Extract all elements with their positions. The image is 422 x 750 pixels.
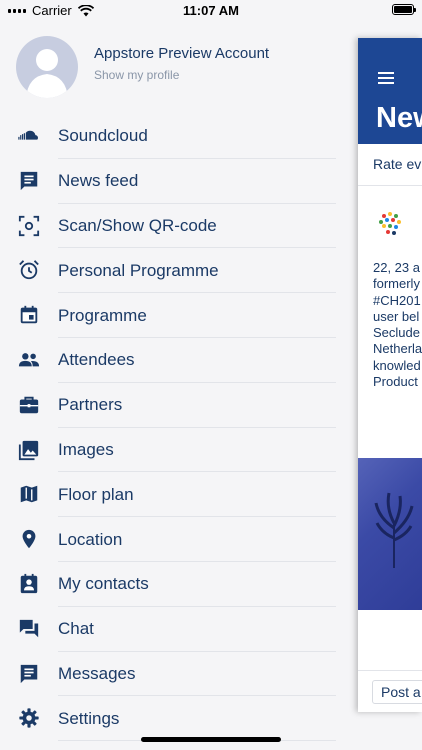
clock: 11:07 AM [183,3,239,18]
menu-label-settings: Settings [58,708,120,728]
post-image [358,458,422,610]
menu-item-soundcloud[interactable]: Soundcloud [0,114,336,159]
menu-label-soundcloud: Soundcloud [58,126,148,146]
drawer-menu: Soundcloud News feed Scan/Show QR-code P… [0,114,336,741]
menu-item-messages[interactable]: Messages [0,652,336,697]
chat-icon [19,619,39,638]
menu-label-news-feed: News feed [58,171,139,191]
menu-item-news-feed[interactable]: News feed [0,159,336,204]
menu-item-floor-plan[interactable]: Floor plan [0,472,336,517]
gear-icon [19,708,39,728]
status-bar: Carrier 11:07 AM [0,0,422,22]
menu-label-images: Images [58,439,114,459]
menu-item-programme[interactable]: Programme [0,293,336,338]
images-icon [18,440,39,460]
menu-item-chat[interactable]: Chat [0,607,336,652]
soundcloud-icon [18,130,38,140]
menu-label-floor-plan: Floor plan [58,484,134,504]
menu-item-settings[interactable]: Settings [0,696,336,741]
contacts-icon [20,573,38,594]
news-feed-screen[interactable]: New Rate ev 22, 23 a formerly #CH201 use… [358,38,422,712]
navigation-drawer: Appstore Preview Account Show my profile… [0,22,336,750]
alarm-clock-icon [19,260,39,280]
menu-label-attendees: Attendees [58,350,135,370]
avatar[interactable] [16,36,78,98]
menu-item-location[interactable]: Location [0,517,336,562]
menu-label-partners: Partners [58,395,123,415]
menu-item-partners[interactable]: Partners [0,383,336,428]
menu-item-my-contacts[interactable]: My contacts [0,562,336,607]
menu-label-location: Location [58,529,123,549]
event-logo-icon [379,212,401,235]
menu-item-qr-code[interactable]: Scan/Show QR-code [0,204,336,249]
rate-event-label: Rate ev [373,156,422,172]
home-indicator[interactable] [141,737,281,742]
qr-scan-icon [18,215,40,236]
post-text: 22, 23 a formerly #CH201 user bel Seclud… [373,260,422,390]
menu-label-programme: Programme [58,305,147,325]
menu-item-images[interactable]: Images [0,428,336,473]
menu-label-personal-programme: Personal Programme [58,260,219,280]
post-button[interactable]: Post a [372,680,422,704]
menu-label-messages: Messages [58,663,136,683]
news-feed-icon [20,171,38,190]
menu-item-attendees[interactable]: Attendees [0,338,336,383]
calendar-icon [20,306,38,324]
menu-label-qr-code: Scan/Show QR-code [58,215,217,235]
people-icon [18,353,40,367]
battery-icon [392,4,416,15]
menu-label-my-contacts: My contacts [58,574,149,594]
messages-icon [20,664,38,683]
briefcase-icon [19,396,39,414]
show-profile-link[interactable]: Show my profile [94,68,179,82]
hamburger-menu-icon[interactable] [378,72,394,84]
profile-header[interactable]: Appstore Preview Account Show my profile [0,22,336,114]
location-pin-icon [22,530,36,549]
plant-icon [374,492,414,568]
menu-item-personal-programme[interactable]: Personal Programme [0,248,336,293]
page-title: New [376,102,422,134]
profile-name: Appstore Preview Account [94,45,270,62]
map-icon [20,486,38,503]
menu-label-chat: Chat [58,619,94,639]
